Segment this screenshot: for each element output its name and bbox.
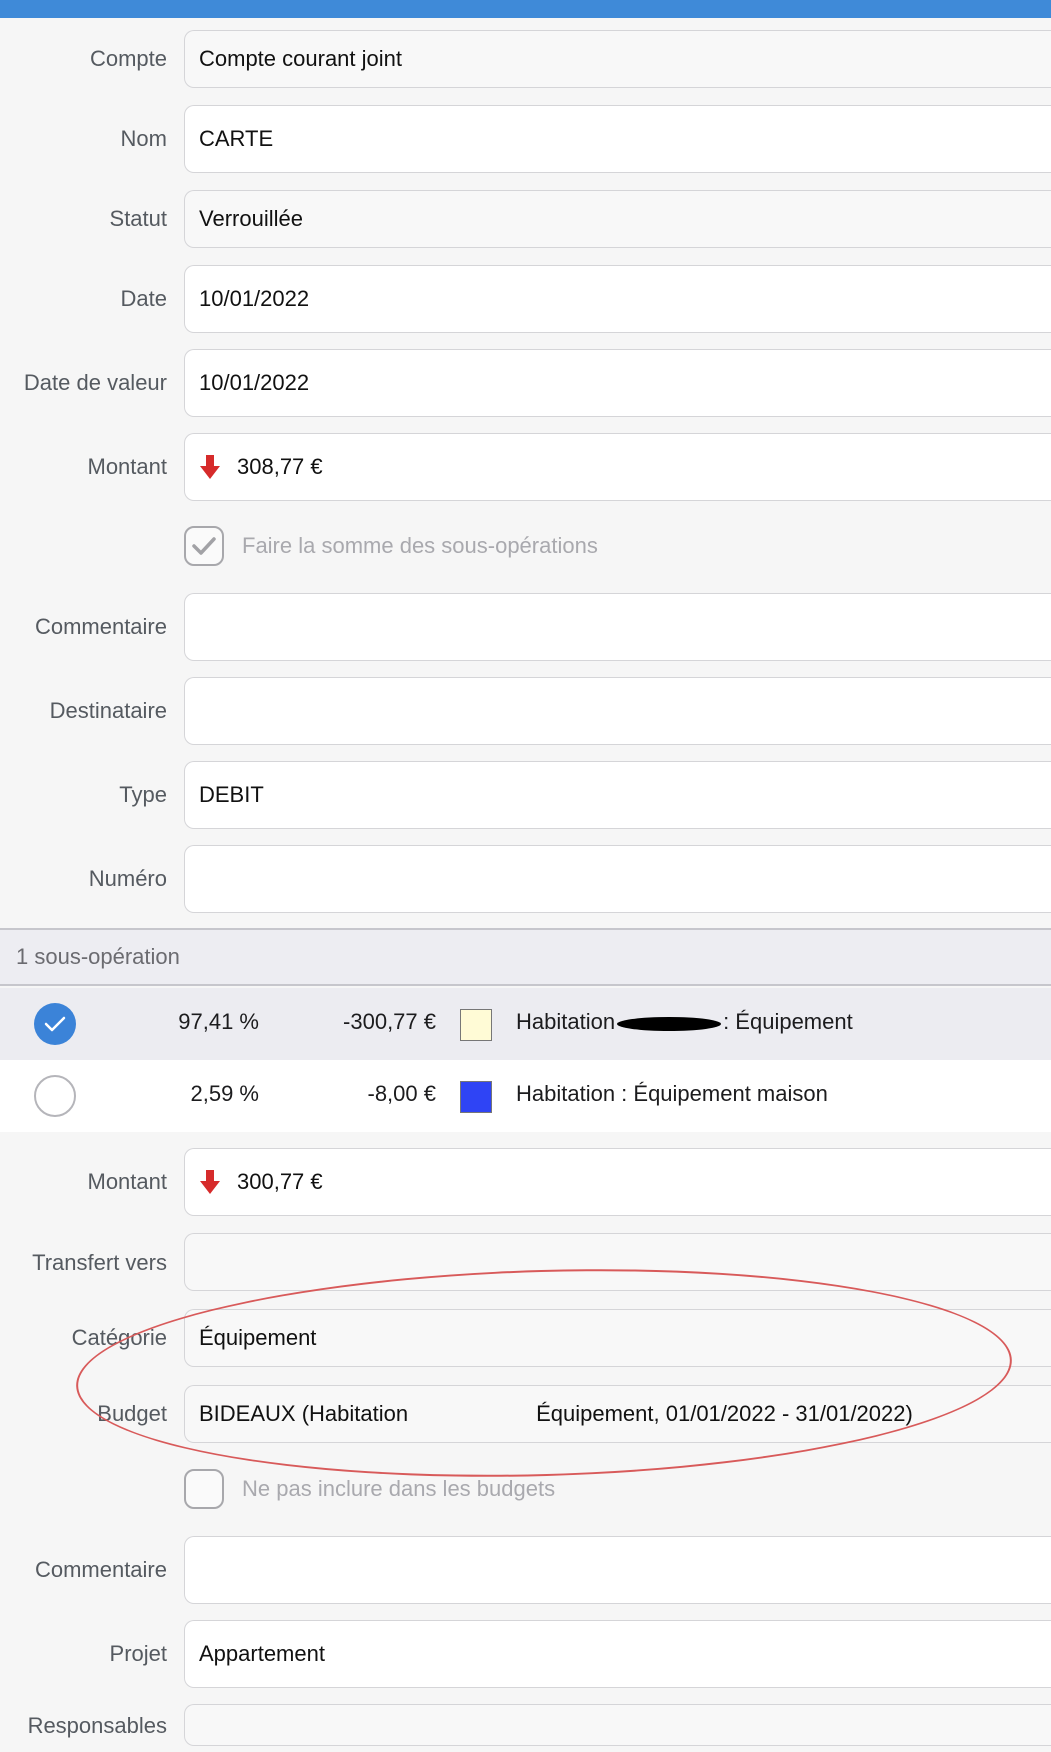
debit-arrow-icon: [200, 1170, 220, 1194]
responsables-field[interactable]: [184, 1704, 1051, 1746]
type-value: DEBIT: [199, 782, 264, 807]
annotation-ellipse: [73, 1256, 1015, 1490]
exclure-budgets-label: Ne pas inclure dans les budgets: [242, 1476, 556, 1501]
date-valeur-value: 10/01/2022: [199, 370, 310, 395]
selected-radio[interactable]: [34, 1003, 76, 1045]
label-date: Date: [120, 286, 167, 311]
projet-value: Appartement: [199, 1641, 325, 1666]
category-color-swatch: [460, 1081, 492, 1113]
category-color-swatch: [460, 1009, 492, 1041]
budget-field[interactable]: BIDEAUX (Habitation Équipement, 01/01/202…: [184, 1385, 1051, 1443]
commentaire-field[interactable]: [184, 593, 1051, 661]
sous-operation-row[interactable]: 97,41 % -300,77 € Habitation : Équipement: [0, 988, 1051, 1060]
date-value: 10/01/2022: [199, 286, 310, 311]
sous-operation-amount: -8,00 €: [367, 1081, 437, 1106]
exclure-budgets-checkbox[interactable]: [184, 1469, 224, 1509]
exclure-budgets-row[interactable]: Ne pas inclure dans les budgets: [184, 1469, 555, 1509]
label-compte: Compte: [89, 46, 167, 71]
label-date-valeur: Date de valeur: [23, 370, 167, 395]
label-commentaire: Commentaire: [34, 614, 167, 639]
sous-operation-percent: 97,41 %: [178, 1009, 259, 1034]
sous-operation-percent: 2,59 %: [190, 1081, 260, 1106]
unselected-radio[interactable]: [34, 1075, 76, 1117]
sous-operation-category: Habitation : Équipement: [516, 1009, 853, 1035]
nom-field[interactable]: CARTE: [184, 105, 1051, 173]
redaction-scribble: [615, 1011, 723, 1035]
label-type: Type: [119, 782, 167, 807]
label-montant: Montant: [87, 454, 168, 479]
somme-sous-operations-row[interactable]: Faire la somme des sous-opérations: [184, 526, 598, 566]
detail-montant-field[interactable]: 300,77 €: [184, 1148, 1051, 1216]
top-bar: [0, 0, 1051, 18]
type-field[interactable]: DEBIT: [184, 761, 1051, 829]
category-prefix: Habitation: [516, 1009, 616, 1034]
label-detail-commentaire: Commentaire: [34, 1557, 167, 1582]
sous-operation-row[interactable]: 2,59 % -8,00 € Habitation : Équipement m…: [0, 1060, 1051, 1132]
categorie-value: Équipement: [199, 1325, 317, 1350]
budget-value-start: BIDEAUX (Habitation: [199, 1401, 409, 1426]
sous-operations-header: 1 sous-opération: [0, 928, 1051, 986]
debit-arrow-icon: [200, 455, 220, 479]
montant-field[interactable]: 308,77 €: [184, 433, 1051, 501]
montant-value: 308,77 €: [237, 454, 323, 479]
nom-value: CARTE: [199, 126, 274, 151]
categorie-field[interactable]: Équipement: [184, 1309, 1051, 1367]
budget-value-end: Équipement, 01/01/2022 - 31/01/2022): [536, 1401, 913, 1426]
compte-value: Compte courant joint: [199, 46, 402, 71]
detail-commentaire-field[interactable]: [184, 1536, 1051, 1604]
statut-field[interactable]: Verrouillée: [184, 190, 1051, 248]
budget-value: BIDEAUX (Habitation Équipement, 01/01/202…: [199, 1401, 913, 1427]
label-budget: Budget: [97, 1401, 167, 1426]
sous-operations-header-text: 1 sous-opération: [16, 944, 180, 969]
label-numero: Numéro: [88, 866, 167, 891]
sous-operation-category: Habitation : Équipement maison: [516, 1081, 828, 1106]
label-nom: Nom: [120, 126, 167, 151]
label-detail-montant: Montant: [87, 1169, 168, 1194]
detail-montant-value: 300,77 €: [237, 1169, 323, 1194]
statut-value: Verrouillée: [199, 206, 303, 231]
sous-operation-amount: -300,77 €: [343, 1009, 436, 1034]
label-responsables: Responsables: [27, 1713, 167, 1738]
transfert-field[interactable]: [184, 1233, 1051, 1291]
label-categorie: Catégorie: [71, 1325, 167, 1350]
date-field[interactable]: 10/01/2022: [184, 265, 1051, 333]
compte-field[interactable]: Compte courant joint: [184, 30, 1051, 88]
date-valeur-field[interactable]: 10/01/2022: [184, 349, 1051, 417]
label-destinataire: Destinataire: [49, 698, 167, 723]
somme-sous-operations-label: Faire la somme des sous-opérations: [242, 533, 598, 558]
numero-field[interactable]: [184, 845, 1051, 913]
checkmark-icon: [44, 1016, 66, 1032]
label-transfert: Transfert vers: [32, 1250, 167, 1275]
somme-sous-operations-checkbox[interactable]: [184, 526, 224, 566]
checkmark-icon: [192, 537, 216, 555]
label-projet: Projet: [109, 1641, 167, 1666]
projet-field[interactable]: Appartement: [184, 1620, 1051, 1688]
destinataire-field[interactable]: [184, 677, 1051, 745]
label-statut: Statut: [109, 206, 167, 231]
category-suffix: : Équipement: [723, 1009, 853, 1034]
